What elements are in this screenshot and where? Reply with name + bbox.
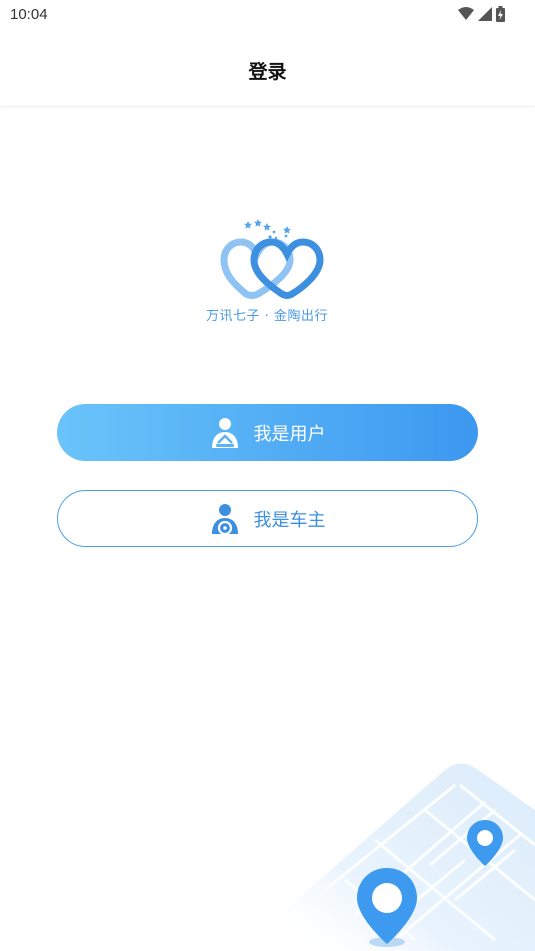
status-bar: 10:04 [0, 0, 535, 30]
passenger-icon [211, 417, 238, 448]
status-time: 10:04 [10, 6, 48, 23]
battery-charging-icon [496, 6, 505, 22]
owner-button-label: 我是车主 [253, 509, 326, 531]
user-button-label: 我是用户 [253, 423, 326, 445]
wifi-icon [458, 7, 474, 20]
logo-text: 万讯七子 · 金陶出行 [206, 309, 328, 324]
page-title: 登录 [248, 61, 287, 83]
status-icons [458, 6, 505, 22]
user-login-button[interactable]: 我是用户 [57, 404, 478, 461]
app-header: 登录 [0, 30, 535, 107]
cellular-signal-icon [478, 7, 492, 21]
map-illustration [285, 763, 535, 951]
app-logo: 万讯七子 · 金陶出行 [196, 214, 338, 330]
hearts-logo-icon [220, 219, 324, 299]
driver-icon [211, 503, 238, 535]
owner-login-button[interactable]: 我是车主 [57, 490, 478, 547]
